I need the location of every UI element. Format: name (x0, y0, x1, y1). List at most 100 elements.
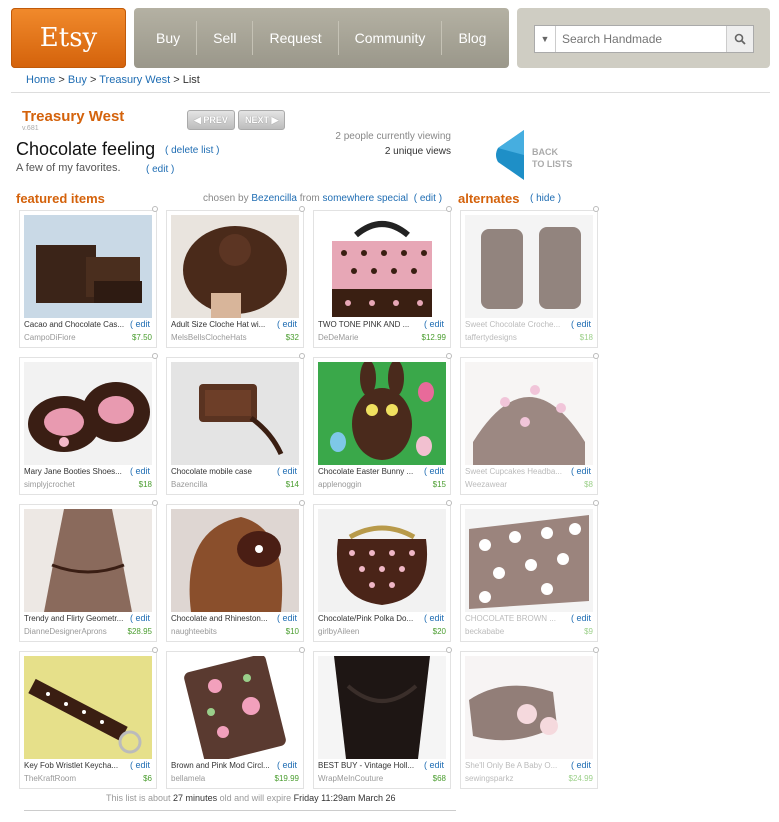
hide-alternates-link[interactable]: ( hide ) (530, 193, 561, 204)
nav-request[interactable]: Request (252, 21, 337, 55)
item-seller[interactable]: MelsBellsClocheHats (171, 333, 266, 342)
featured-item-card[interactable]: Cacao and Chocolate Cas...( edit CampoDiF… (19, 210, 157, 348)
prev-button[interactable]: ◀ PREV (187, 110, 235, 130)
back-to-lists-button[interactable]: BACK TO LISTS (494, 128, 584, 182)
featured-item-card[interactable]: Adult Size Cloche Hat wi...( edit MelsBel… (166, 210, 304, 348)
etsy-logo[interactable]: Etsy (11, 8, 126, 68)
product-image[interactable] (171, 509, 299, 612)
item-seller[interactable]: simplyjcrochet (24, 480, 119, 489)
item-title[interactable]: Brown and Pink Mod Circl... (171, 761, 275, 770)
curator-link[interactable]: Bezencilla (251, 193, 297, 204)
edit-chosen-link[interactable]: ( edit ) (411, 193, 442, 204)
item-edit-link[interactable]: ( edit (130, 760, 150, 770)
nav-community[interactable]: Community (337, 21, 442, 55)
alternate-item-card[interactable]: She'll Only Be A Baby O...( edit sewingsp… (460, 651, 598, 789)
product-image[interactable] (465, 509, 593, 612)
item-seller[interactable]: Bazencilla (171, 480, 266, 489)
featured-item-card[interactable]: Trendy and Flirty Geometr...( edit Dianne… (19, 504, 157, 642)
breadcrumb-home[interactable]: Home (26, 74, 55, 86)
item-seller[interactable]: CampoDiFiore (24, 333, 119, 342)
alternate-item-card[interactable]: Sweet Cupcakes Headba...( edit Weezawear $… (460, 357, 598, 495)
item-title[interactable]: Chocolate Easter Bunny ... (318, 467, 422, 476)
item-seller[interactable]: naughteebits (171, 627, 266, 636)
item-seller[interactable]: girlbyAileen (318, 627, 413, 636)
item-edit-link[interactable]: ( edit (571, 319, 591, 329)
featured-item-card[interactable]: TWO TONE PINK AND ...( edit DeDeMarie $12.… (313, 210, 451, 348)
product-image[interactable] (318, 509, 446, 612)
item-title[interactable]: Trendy and Flirty Geometr... (24, 614, 128, 623)
remove-item-handle[interactable] (446, 647, 452, 653)
nav-sell[interactable]: Sell (196, 21, 252, 55)
remove-item-handle[interactable] (152, 353, 158, 359)
featured-item-card[interactable]: BEST BUY - Vintage Holl...( edit WrapMeIn… (313, 651, 451, 789)
featured-item-card[interactable]: Chocolate/Pink Polka Do...( edit girlbyAi… (313, 504, 451, 642)
remove-item-handle[interactable] (299, 500, 305, 506)
item-title[interactable]: Adult Size Cloche Hat wi... (171, 320, 275, 329)
item-title[interactable]: BEST BUY - Vintage Holl... (318, 761, 422, 770)
item-seller[interactable]: bellamela (171, 774, 266, 783)
item-seller[interactable]: applenoggin (318, 480, 413, 489)
item-seller[interactable]: WrapMeInCouture (318, 774, 413, 783)
remove-item-handle[interactable] (446, 353, 452, 359)
item-edit-link[interactable]: ( edit (277, 613, 297, 623)
product-image[interactable] (24, 656, 152, 759)
item-edit-link[interactable]: ( edit (571, 466, 591, 476)
item-seller[interactable]: taffertydesigns (465, 333, 560, 342)
item-edit-link[interactable]: ( edit (130, 613, 150, 623)
remove-item-handle[interactable] (593, 647, 599, 653)
featured-item-card[interactable]: Chocolate and Rhineston...( edit naughtee… (166, 504, 304, 642)
search-input[interactable] (556, 27, 726, 51)
remove-item-handle[interactable] (152, 647, 158, 653)
product-image[interactable] (465, 362, 593, 465)
item-edit-link[interactable]: ( edit (277, 319, 297, 329)
item-edit-link[interactable]: ( edit (277, 760, 297, 770)
item-edit-link[interactable]: ( edit (130, 466, 150, 476)
delete-list-link[interactable]: ( delete list ) (165, 145, 219, 156)
product-image[interactable] (318, 362, 446, 465)
item-title[interactable]: Chocolate and Rhineston... (171, 614, 275, 623)
item-edit-link[interactable]: ( edit (130, 319, 150, 329)
featured-item-card[interactable]: Brown and Pink Mod Circl...( edit bellame… (166, 651, 304, 789)
location-link[interactable]: somewhere special (323, 193, 409, 204)
featured-item-card[interactable]: Chocolate mobile case( edit Bazencilla $14 (166, 357, 304, 495)
remove-item-handle[interactable] (152, 500, 158, 506)
product-image[interactable] (24, 509, 152, 612)
item-seller[interactable]: TheKraftRoom (24, 774, 119, 783)
item-title[interactable]: Sweet Chocolate Croche... (465, 320, 569, 329)
product-image[interactable] (24, 362, 152, 465)
next-button[interactable]: NEXT ▶ (238, 110, 286, 130)
item-title[interactable]: Chocolate/Pink Polka Do... (318, 614, 422, 623)
featured-item-card[interactable]: Mary Jane Booties Shoes...( edit simplyjc… (19, 357, 157, 495)
remove-item-handle[interactable] (152, 206, 158, 212)
remove-item-handle[interactable] (593, 206, 599, 212)
item-title[interactable]: Mary Jane Booties Shoes... (24, 467, 128, 476)
item-seller[interactable]: DeDeMarie (318, 333, 413, 342)
item-seller[interactable]: beckababe (465, 627, 560, 636)
item-edit-link[interactable]: ( edit (424, 760, 444, 770)
item-edit-link[interactable]: ( edit (571, 760, 591, 770)
breadcrumb-treasury[interactable]: Treasury West (99, 74, 170, 86)
item-edit-link[interactable]: ( edit (277, 466, 297, 476)
item-title[interactable]: TWO TONE PINK AND ... (318, 320, 422, 329)
remove-item-handle[interactable] (446, 206, 452, 212)
item-edit-link[interactable]: ( edit (424, 466, 444, 476)
search-button[interactable] (726, 26, 753, 52)
remove-item-handle[interactable] (593, 500, 599, 506)
edit-description-link[interactable]: ( edit ) (146, 164, 174, 175)
product-image[interactable] (465, 656, 593, 759)
alternate-item-card[interactable]: CHOCOLATE BROWN ...( edit beckababe $9 (460, 504, 598, 642)
item-seller[interactable]: Weezawear (465, 480, 560, 489)
nav-buy[interactable]: Buy (134, 21, 196, 55)
breadcrumb-buy[interactable]: Buy (68, 74, 87, 86)
item-seller[interactable]: sewingsparkz (465, 774, 560, 783)
item-edit-link[interactable]: ( edit (424, 319, 444, 329)
product-image[interactable] (171, 656, 299, 759)
search-scope-dropdown[interactable]: ▼ (535, 26, 556, 52)
item-edit-link[interactable]: ( edit (424, 613, 444, 623)
remove-item-handle[interactable] (299, 647, 305, 653)
nav-blog[interactable]: Blog (441, 21, 502, 55)
item-title[interactable]: Chocolate mobile case (171, 467, 275, 476)
item-seller[interactable]: DianneDesignerAprons (24, 627, 119, 636)
item-title[interactable]: Key Fob Wristlet Keycha... (24, 761, 128, 770)
product-image[interactable] (465, 215, 593, 318)
